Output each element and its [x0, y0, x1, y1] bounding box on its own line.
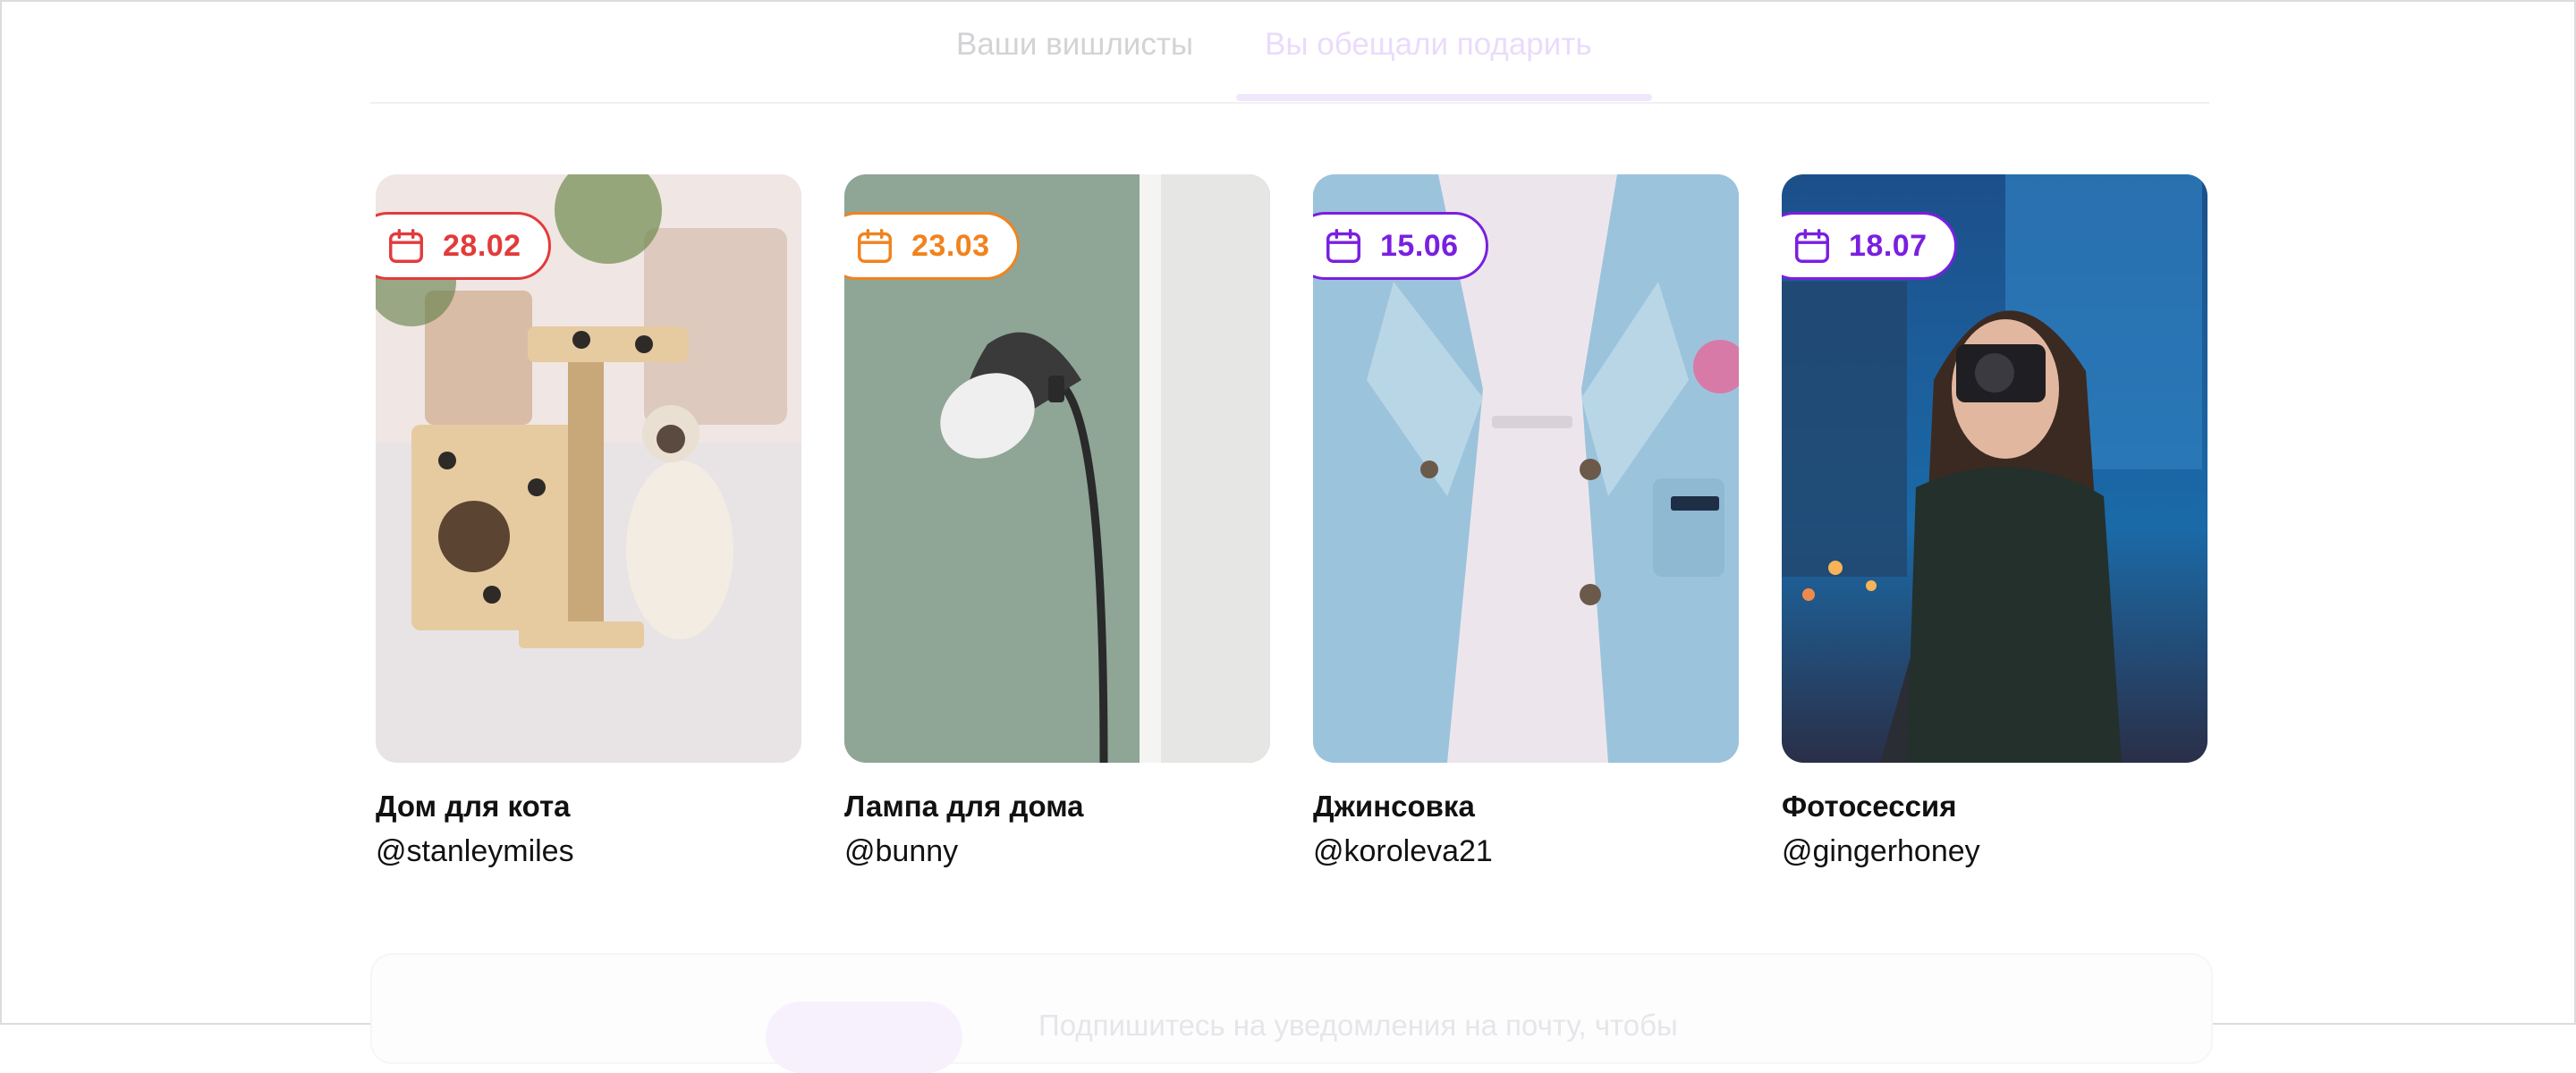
card-username[interactable]: @koroleva21: [1313, 834, 1739, 869]
card-title[interactable]: Фотосессия: [1782, 790, 2207, 824]
date-badge: 15.06: [1313, 212, 1488, 280]
card-title[interactable]: Дом для кота: [376, 790, 801, 824]
tabs-bar: Ваши вишлисты Вы обещали подарить: [370, 2, 2209, 104]
banner-illustration: [766, 1001, 962, 1073]
card-username[interactable]: @bunny: [844, 834, 1270, 869]
card-username[interactable]: @stanleymiles: [376, 834, 801, 869]
gift-card[interactable]: 15.06 Джинсовка @koroleva21: [1313, 174, 1739, 869]
card-image[interactable]: 15.06: [1313, 174, 1739, 763]
active-tab-indicator: [1236, 94, 1652, 101]
banner-text: Подпишитесь на уведомления на почту, что…: [1038, 1009, 1678, 1042]
calendar-icon: [1326, 229, 1360, 263]
tab-wishlists[interactable]: Ваши вишлисты: [956, 27, 1193, 73]
date-badge: 18.07: [1782, 212, 1957, 280]
card-image[interactable]: 23.03: [844, 174, 1270, 763]
card-title[interactable]: Лампа для дома: [844, 790, 1270, 824]
date-text: 28.02: [443, 228, 521, 263]
gift-card[interactable]: 18.07 Фотосессия @gingerhoney: [1782, 174, 2207, 869]
card-image[interactable]: 28.02: [376, 174, 801, 763]
gift-card[interactable]: 23.03 Лампа для дома @bunny: [844, 174, 1270, 869]
date-text: 23.03: [911, 228, 990, 263]
tab-promised[interactable]: Вы обещали подарить: [1265, 27, 1592, 73]
calendar-icon: [858, 229, 892, 263]
calendar-icon: [389, 229, 423, 263]
calendar-icon: [1795, 229, 1829, 263]
card-username[interactable]: @gingerhoney: [1782, 834, 2207, 869]
card-title[interactable]: Джинсовка: [1313, 790, 1739, 824]
card-image[interactable]: 18.07: [1782, 174, 2207, 763]
date-text: 18.07: [1849, 228, 1928, 263]
notification-banner: Подпишитесь на уведомления на почту, что…: [370, 953, 2213, 1073]
date-badge: 28.02: [376, 212, 551, 280]
gift-card[interactable]: 28.02 Дом для кота @stanleymiles: [376, 174, 801, 869]
date-badge: 23.03: [844, 212, 1020, 280]
date-text: 15.06: [1380, 228, 1459, 263]
